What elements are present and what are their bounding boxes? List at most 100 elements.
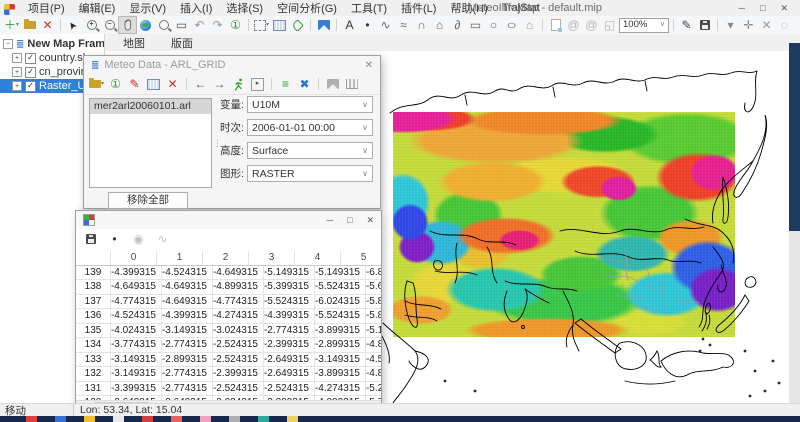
open-meteo-file-icon[interactable]: ▾ [88, 76, 105, 92]
remove-all-button[interactable]: 移除全部 [108, 192, 188, 209]
close-button[interactable]: ✕ [366, 215, 374, 226]
draw-freepolygon-icon[interactable]: ∂ [449, 17, 466, 33]
zoom-in-icon[interactable]: + [83, 17, 100, 33]
next-time-icon[interactable]: → [211, 76, 228, 92]
file-list-item[interactable]: mer2arl20060101.arl [90, 99, 211, 114]
table-cell[interactable]: -5.274315 [366, 382, 381, 396]
export-view-icon[interactable]: ◱ [601, 17, 618, 33]
add-layer-icon[interactable]: ＋ ▾ [3, 17, 20, 33]
maximize-button[interactable]: □ [347, 215, 352, 226]
table-cell[interactable]: -4.399315 [111, 265, 162, 279]
table-cell[interactable]: -4.274315 [315, 381, 366, 395]
table-cell[interactable]: -2.899315 [162, 352, 213, 366]
menu-plugins[interactable]: 插件(L) [394, 0, 443, 16]
table-row[interactable]: 134 -3.774315 -2.774315 -2.524315 -2.399315-… [76, 338, 381, 353]
draw-polyline-icon[interactable]: ∿ [377, 17, 394, 33]
zoom-rectangle-icon[interactable]: ▭ [173, 17, 190, 33]
time-select[interactable]: 2006-01-01 00:00 ∨ [247, 119, 373, 136]
select-features-icon[interactable]: ▾ [253, 17, 270, 33]
full-extent-icon[interactable] [137, 17, 154, 33]
table-cell[interactable]: -3.774315 [111, 338, 162, 352]
table-cell[interactable]: -4.899315 [213, 280, 264, 294]
expand-icon[interactable]: + [12, 67, 22, 77]
draw-point-icon[interactable]: • [359, 17, 376, 33]
zoom-free-icon[interactable] [155, 17, 172, 33]
menu-tools[interactable]: 工具(T) [344, 0, 394, 16]
view-data-table-icon[interactable] [145, 76, 162, 92]
table-cell[interactable]: -2.774315 [162, 381, 213, 395]
table-cell[interactable]: -2.774315 [162, 338, 213, 352]
menu-view[interactable]: 显示(V) [122, 0, 173, 16]
table-cell[interactable]: -2.399315 [213, 367, 264, 381]
table-cell[interactable]: -2.899315 [315, 338, 366, 352]
insert-chart-icon[interactable] [315, 17, 332, 33]
table-cell[interactable]: -6.024315 [315, 294, 366, 308]
zoom-level-combo[interactable]: 100% ∨ [619, 17, 669, 33]
minimize-button[interactable]: ─ [327, 215, 333, 226]
table-cell[interactable]: -5.149315 [315, 265, 366, 279]
layer-checkbox[interactable]: ✓ [25, 52, 36, 64]
table-row[interactable]: 132 -3.149315 -2.774315 -2.399315 -2.649315-… [76, 367, 381, 382]
remove-meteo-data-icon[interactable]: ✕ [164, 76, 181, 92]
layer-checkbox[interactable]: ✓ [25, 80, 36, 92]
table-cell[interactable]: -2.649315 [264, 352, 315, 366]
layout-a-icon[interactable]: @ [565, 17, 582, 33]
draw-rectangle-icon[interactable]: ▭ [467, 17, 484, 33]
table-cell[interactable]: -5.399315 [264, 280, 315, 294]
table-cell[interactable]: -4.024315 [111, 323, 162, 337]
table-cell[interactable]: -3.899315 [315, 367, 366, 381]
table-cell[interactable]: -4.899315 [366, 338, 381, 352]
table-cell[interactable]: 137 [76, 294, 111, 308]
statistics-chart-icon[interactable] [343, 76, 360, 92]
taskbar-item[interactable] [171, 416, 182, 422]
table-cell[interactable]: -5.149315 [366, 324, 381, 338]
level-select[interactable]: Surface ∨ [247, 142, 373, 159]
menu-project[interactable]: 项目(P) [21, 0, 72, 16]
animator-icon[interactable]: ▸ [249, 76, 266, 92]
zoom-combo-icon[interactable]: 100% ∨ [619, 17, 669, 33]
table-cell[interactable]: -2.399315 [264, 338, 315, 352]
table-cell[interactable]: -3.399315 [111, 381, 162, 395]
graphtype-select[interactable]: RASTER ∨ [247, 165, 373, 182]
draw-meteo-data-icon[interactable]: ✎ [126, 76, 143, 92]
layer-list-icon[interactable]: ≡ [277, 76, 294, 92]
table-cell[interactable]: -3.149315 [111, 352, 162, 366]
animate-run-icon[interactable] [230, 76, 247, 92]
table-cell[interactable]: -2.774315 [264, 323, 315, 337]
maximize-button[interactable]: □ [760, 3, 765, 14]
table-cell[interactable]: -2.524315 [264, 381, 315, 395]
table-cell[interactable]: 136 [76, 309, 111, 323]
table-cell[interactable]: -3.149315 [111, 367, 162, 381]
taskbar-item[interactable] [113, 416, 124, 422]
dialog-close-button[interactable]: ✕ [365, 60, 373, 71]
collapse-icon[interactable]: − [3, 39, 13, 49]
minimize-button[interactable]: ─ [739, 3, 745, 14]
table-cell[interactable]: -3.149315 [315, 352, 366, 366]
zoom-previous-icon[interactable]: ↶ [191, 17, 208, 33]
table-cell[interactable]: -4.649315 [111, 280, 162, 294]
table-row[interactable]: 131 -3.399315 -2.774315 -2.524315 -2.524315-… [76, 381, 381, 396]
meteo-file-list[interactable]: mer2arl20060101.arl [89, 98, 212, 188]
pan-icon[interactable] [118, 16, 137, 34]
table-cell[interactable]: -4.399315 [162, 309, 213, 323]
export-image-icon[interactable] [547, 17, 564, 33]
taskbar-item[interactable] [229, 416, 240, 422]
table-cell[interactable]: -4.649315 [162, 294, 213, 308]
previous-time-icon[interactable]: ← [192, 76, 209, 92]
zoom-next-icon[interactable]: ↷ [209, 17, 226, 33]
table-cell[interactable]: -2.649315 [264, 367, 315, 381]
table-cell[interactable]: 133 [76, 352, 111, 366]
table-cell[interactable]: -3.899315 [315, 323, 366, 337]
table-cell[interactable]: 138 [76, 280, 111, 294]
table-row[interactable]: 135 -4.024315 -3.149315 -3.024315 -2.774315-… [76, 323, 381, 338]
dialog-title-bar[interactable]: ≣ Meteo Data - ARL_GRID ✕ [84, 56, 380, 74]
zoom-out-icon[interactable]: − [101, 17, 118, 33]
table-cell[interactable]: -4.774315 [111, 294, 162, 308]
menu-geoprocessing[interactable]: 空间分析(G) [270, 0, 344, 16]
remove-layer-icon[interactable]: ✕ [39, 17, 56, 33]
expand-icon[interactable]: + [12, 81, 22, 91]
table-cell[interactable]: -4.524315 [162, 265, 213, 279]
save-data-icon[interactable] [82, 231, 99, 247]
taskbar-item[interactable] [142, 416, 153, 422]
fit-extent-icon[interactable]: ✛ [740, 17, 757, 33]
